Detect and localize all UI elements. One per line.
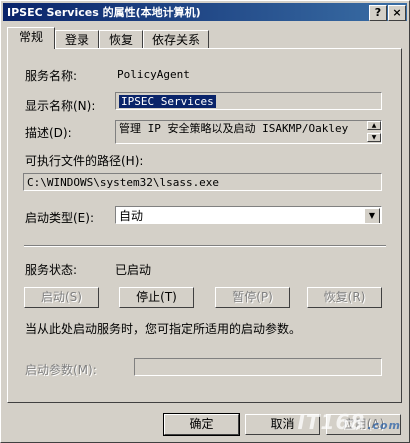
scroll-down-icon[interactable]: ▼ xyxy=(367,133,381,142)
tab-logon[interactable]: 登录 xyxy=(55,30,99,49)
dialog-title: IPSEC Services 的属性(本地计算机) xyxy=(7,6,201,19)
resume-button[interactable]: 恢复(R) xyxy=(307,287,382,308)
startup-type-combobox[interactable]: 自动 ▼ xyxy=(115,206,382,224)
service-name-label: 服务名称: xyxy=(25,69,78,83)
service-name-value: PolicyAgent xyxy=(117,68,190,81)
display-name-field[interactable]: IPSEC Services xyxy=(115,92,382,110)
properties-dialog: IPSEC Services 的属性(本地计算机) ? × 常规 登录 恢复 依… xyxy=(0,0,410,443)
stop-button[interactable]: 停止(T) xyxy=(119,287,194,308)
watermark-logo: IT168 .com xyxy=(297,410,401,434)
title-bar: IPSEC Services 的属性(本地计算机) ? × xyxy=(3,3,407,21)
watermark-text: IT168 xyxy=(297,410,366,434)
status-label: 服务状态: xyxy=(25,263,78,277)
display-name-value: IPSEC Services xyxy=(119,95,216,108)
pause-button[interactable]: 暂停(P) xyxy=(215,287,290,308)
params-field[interactable] xyxy=(134,358,382,376)
close-button[interactable]: × xyxy=(388,5,406,21)
params-label: 启动参数(M): xyxy=(25,363,97,377)
description-field[interactable]: 管理 IP 安全策略以及启动 ISAKMP/Oakley xyxy=(115,120,382,144)
ok-button[interactable]: 确定 xyxy=(163,413,240,436)
help-button[interactable]: ? xyxy=(369,5,387,21)
display-name-label: 显示名称(N): xyxy=(25,99,96,113)
hint-text: 当从此处启动服务时，您可指定所适用的启动参数。 xyxy=(25,322,302,336)
tab-general[interactable]: 常规 xyxy=(7,27,55,49)
status-value: 已启动 xyxy=(115,263,152,277)
description-value: 管理 IP 安全策略以及启动 ISAKMP/Oakley xyxy=(119,122,349,135)
path-value: C:\WINDOWS\system32\lsass.exe xyxy=(27,176,220,189)
startup-type-value: 自动 xyxy=(119,209,144,223)
scroll-up-icon[interactable]: ▲ xyxy=(367,121,381,130)
path-label: 可执行文件的路径(H): xyxy=(25,154,144,168)
general-panel: 服务名称: PolicyAgent 显示名称(N): IPSEC Service… xyxy=(7,48,402,403)
chevron-down-icon[interactable]: ▼ xyxy=(364,208,380,223)
watermark-sub: .com xyxy=(367,419,401,432)
separator xyxy=(24,245,386,247)
tab-dependencies[interactable]: 依存关系 xyxy=(143,30,209,49)
description-label: 描述(D): xyxy=(25,126,72,140)
start-button[interactable]: 启动(S) xyxy=(24,287,99,308)
path-field: C:\WINDOWS\system32\lsass.exe xyxy=(23,173,382,191)
tab-recovery[interactable]: 恢复 xyxy=(99,30,143,49)
startup-type-label: 启动类型(E): xyxy=(25,211,94,225)
